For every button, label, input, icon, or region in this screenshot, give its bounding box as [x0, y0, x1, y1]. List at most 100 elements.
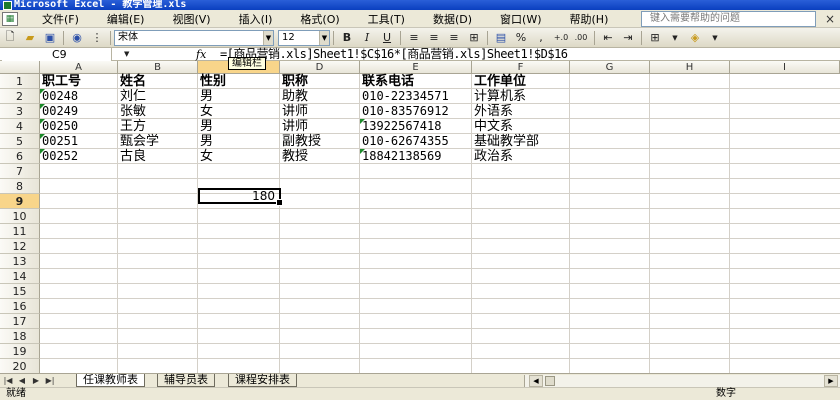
chevron-down-icon[interactable]: ▼	[124, 48, 129, 61]
borders-icon[interactable]: ⊞	[646, 30, 664, 46]
name-box[interactable]: C9	[2, 48, 112, 61]
italic-button[interactable]: I	[358, 30, 376, 46]
menu-file[interactable]: 文件(F)	[34, 11, 87, 27]
merge-center-icon[interactable]: ⊞	[465, 30, 483, 46]
scroll-right-icon[interactable]: ▶	[824, 375, 838, 387]
select-all-corner[interactable]	[0, 61, 40, 74]
first-sheet-icon[interactable]: |◀	[2, 375, 14, 387]
font-size-select[interactable]: 12 ▼	[278, 29, 330, 46]
column-header-d[interactable]: D	[280, 61, 360, 74]
fill-color-icon[interactable]: ◈	[686, 30, 704, 46]
formula-input[interactable]: =[商品营销.xls]Sheet1!$C$16*[商品营销.xls]Sheet1…	[220, 48, 568, 61]
table-cell-gender[interactable]: 男	[198, 134, 213, 149]
table-cell-phone[interactable]: 13922567418	[360, 119, 441, 134]
row-header-17[interactable]: 17	[0, 314, 40, 329]
save-icon[interactable]: ▣	[41, 30, 59, 46]
table-cell-department[interactable]: 外语系	[472, 104, 513, 119]
column-header-e[interactable]: E	[360, 61, 472, 74]
column-header-h[interactable]: H	[650, 61, 730, 74]
menu-data[interactable]: 数据(D)	[425, 11, 480, 27]
last-sheet-icon[interactable]: ▶|	[44, 375, 56, 387]
table-cell-title[interactable]: 助教	[280, 89, 308, 104]
row-header-19[interactable]: 19	[0, 344, 40, 359]
scroll-thumb[interactable]	[545, 376, 555, 386]
table-cell-title[interactable]: 教授	[280, 149, 308, 164]
row-header-5[interactable]: 5	[0, 134, 40, 149]
row-header-4[interactable]: 4	[0, 119, 40, 134]
table-cell-staff-id[interactable]: 00248	[40, 89, 78, 104]
sheet-tab-teachers[interactable]: 任课教师表	[76, 374, 145, 387]
header-cell-staff-id[interactable]: 职工号	[40, 74, 118, 89]
align-left-icon[interactable]: ≡	[405, 30, 423, 46]
chevron-down-icon[interactable]: ▼	[666, 30, 684, 46]
scroll-left-icon[interactable]: ◀	[529, 375, 543, 387]
table-cell-staff-id[interactable]: 00250	[40, 119, 78, 134]
new-document-icon[interactable]: 🗋	[1, 30, 19, 46]
decrease-decimal-icon[interactable]: .00	[572, 30, 590, 46]
menu-view[interactable]: 视图(V)	[164, 11, 218, 27]
sheet-tab-schedule[interactable]: 课程安排表	[228, 374, 297, 387]
next-sheet-icon[interactable]: ▶	[30, 375, 42, 387]
table-cell-name[interactable]: 刘仁	[118, 89, 146, 104]
close-icon[interactable]: ×	[822, 12, 838, 26]
table-cell-name[interactable]: 甄会学	[118, 134, 159, 149]
table-cell-phone[interactable]: 010-22334571	[360, 89, 449, 104]
sheet-tab-counselors[interactable]: 辅导员表	[157, 374, 215, 387]
table-cell-department[interactable]: 中文系	[472, 119, 513, 134]
table-cell-staff-id[interactable]: 00251	[40, 134, 78, 149]
help-search-input[interactable]: 键入需要帮助的问题	[641, 10, 816, 27]
table-cell-name[interactable]: 王方	[118, 119, 146, 134]
document-icon[interactable]: ▦	[2, 11, 18, 26]
active-cell-c9[interactable]: 180	[198, 188, 283, 206]
table-cell-gender[interactable]: 男	[198, 119, 213, 134]
row-header-2[interactable]: 2	[0, 89, 40, 104]
column-header-i[interactable]: I	[730, 61, 840, 74]
column-header-a[interactable]: A	[40, 61, 118, 74]
percent-button[interactable]: %	[512, 30, 530, 46]
row-header-3[interactable]: 3	[0, 104, 40, 119]
toolbar-options-icon[interactable]: ⋮	[88, 30, 106, 46]
table-cell-gender[interactable]: 女	[198, 104, 213, 119]
menu-format[interactable]: 格式(O)	[292, 11, 347, 27]
decrease-indent-icon[interactable]: ⇤	[599, 30, 617, 46]
chevron-down-icon[interactable]: ▼	[319, 30, 329, 45]
row-header-11[interactable]: 11	[0, 224, 40, 239]
worksheet-grid[interactable]: A B C D E F G H I 1234567891011121314151…	[0, 61, 840, 373]
increase-indent-icon[interactable]: ⇥	[619, 30, 637, 46]
table-cell-gender[interactable]: 女	[198, 149, 213, 164]
menu-window[interactable]: 窗口(W)	[492, 11, 549, 27]
header-cell-name[interactable]: 姓名	[118, 74, 198, 89]
row-header-20[interactable]: 20	[0, 359, 40, 373]
chevron-down-icon[interactable]: ▼	[263, 30, 273, 45]
menu-help[interactable]: 帮助(H)	[562, 11, 617, 27]
header-cell-title[interactable]: 职称	[280, 74, 360, 89]
insert-function-icon[interactable]: fx	[196, 48, 206, 61]
row-header-10[interactable]: 10	[0, 209, 40, 224]
bold-button[interactable]: B	[338, 30, 356, 46]
table-cell-phone[interactable]: 010-83576912	[360, 104, 449, 119]
header-cell-department[interactable]: 工作单位	[472, 74, 570, 89]
header-cell-gender[interactable]: 性别	[198, 74, 280, 89]
table-cell-title[interactable]: 讲师	[280, 119, 308, 134]
row-header-7[interactable]: 7	[0, 164, 40, 179]
table-cell-title[interactable]: 讲师	[280, 104, 308, 119]
row-header-9[interactable]: 9	[0, 194, 40, 209]
table-cell-title[interactable]: 副教授	[280, 134, 321, 149]
align-right-icon[interactable]: ≡	[445, 30, 463, 46]
row-header-8[interactable]: 8	[0, 179, 40, 194]
column-header-g[interactable]: G	[570, 61, 650, 74]
increase-decimal-icon[interactable]: +.0	[552, 30, 570, 46]
table-cell-phone[interactable]: 18842138569	[360, 149, 441, 164]
row-header-6[interactable]: 6	[0, 149, 40, 164]
menu-insert[interactable]: 插入(I)	[231, 11, 281, 27]
table-cell-department[interactable]: 基础教学部	[472, 134, 539, 149]
previous-sheet-icon[interactable]: ◀	[16, 375, 28, 387]
table-cell-staff-id[interactable]: 00249	[40, 104, 78, 119]
research-icon[interactable]: ◉	[68, 30, 86, 46]
row-header-13[interactable]: 13	[0, 254, 40, 269]
table-cell-gender[interactable]: 男	[198, 89, 213, 104]
table-cell-department[interactable]: 计算机系	[472, 89, 526, 104]
row-header-18[interactable]: 18	[0, 329, 40, 344]
align-center-icon[interactable]: ≡	[425, 30, 443, 46]
table-cell-name[interactable]: 张敏	[118, 104, 146, 119]
